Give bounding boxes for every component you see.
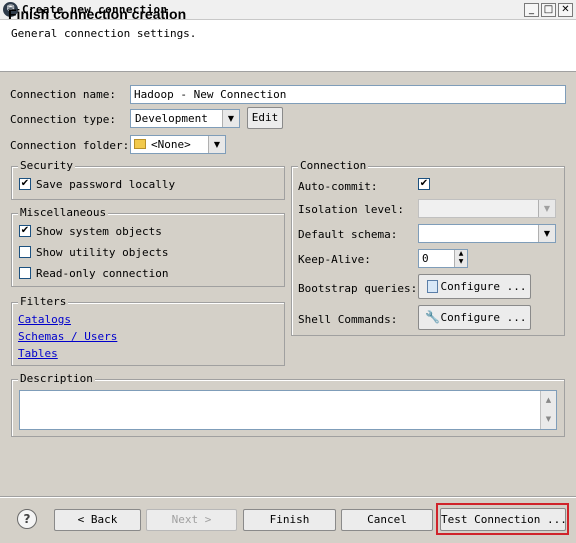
schemas-users-link[interactable]: Schemas / Users <box>18 330 117 343</box>
bootstrap-configure-label: Configure ... <box>440 280 527 293</box>
isolation-level-label: Isolation level: <box>298 203 404 216</box>
close-button[interactable]: ✕ <box>558 3 573 17</box>
catalogs-link[interactable]: Catalogs <box>18 313 71 326</box>
document-icon <box>427 280 438 293</box>
miscellaneous-group-title: Miscellaneous <box>18 206 109 219</box>
description-textarea[interactable] <box>19 390 557 430</box>
connection-group-title: Connection <box>298 159 369 172</box>
chevron-down-icon: ▼ <box>222 110 239 127</box>
connection-name-label: Connection name: <box>10 88 116 101</box>
keep-alive-label: Keep-Alive: <box>298 253 371 266</box>
maximize-button[interactable]: □ <box>541 3 556 17</box>
chevron-down-icon: ▼ <box>538 225 555 242</box>
shell-commands-label: Shell Commands: <box>298 313 398 326</box>
back-button[interactable]: < Back <box>54 509 141 531</box>
minimize-button[interactable]: _ <box>524 3 539 17</box>
isolation-level-select[interactable]: ▼ <box>418 199 556 218</box>
connection-type-value: Development <box>135 112 208 125</box>
shell-configure-label: Configure ... <box>440 311 527 324</box>
highlight-box <box>436 503 569 535</box>
page-subtitle: General connection settings. <box>11 27 197 40</box>
read-only-connection-checkbox[interactable] <box>19 267 31 279</box>
bootstrap-configure-button[interactable]: Configure ... <box>418 274 531 299</box>
save-password-label: Save password locally <box>36 178 176 191</box>
edit-button[interactable]: Edit <box>247 107 283 129</box>
default-schema-label: Default schema: <box>298 228 398 241</box>
default-schema-select[interactable]: ▼ <box>418 224 556 243</box>
keep-alive-spinner[interactable]: ▲ ▼ <box>454 250 467 267</box>
read-only-connection-label: Read-only connection <box>36 267 169 280</box>
chevron-down-icon: ▼ <box>538 200 555 217</box>
auto-commit-checkbox[interactable]: ✔ <box>418 178 430 190</box>
finish-button[interactable]: Finish <box>243 509 336 531</box>
tables-link[interactable]: Tables <box>18 347 58 360</box>
wrench-icon: 🔧 <box>425 310 440 324</box>
description-scrollbar[interactable]: ▲ ▼ <box>540 391 556 429</box>
shell-configure-button[interactable]: 🔧 Configure ... <box>418 305 531 330</box>
show-utility-objects-label: Show utility objects <box>36 246 169 259</box>
folder-icon <box>134 139 146 149</box>
show-system-objects-label: Show system objects <box>36 225 162 238</box>
security-group-title: Security <box>18 159 75 172</box>
page-title: Finish connection creation <box>8 6 187 22</box>
footer-separator <box>0 496 576 498</box>
connection-folder-value: <None> <box>151 138 191 151</box>
connection-name-input[interactable]: Hadoop - New Connection <box>130 85 566 104</box>
next-button[interactable]: Next > <box>146 509 237 531</box>
chevron-down-icon: ▼ <box>208 136 225 153</box>
bootstrap-queries-label: Bootstrap queries: <box>298 282 418 295</box>
connection-folder-label: Connection folder: <box>10 139 130 152</box>
connection-folder-select[interactable]: <None> ▼ <box>130 135 226 154</box>
save-password-checkbox[interactable]: ✔ <box>19 178 31 190</box>
filters-group-title: Filters <box>18 295 69 308</box>
show-utility-objects-checkbox[interactable] <box>19 246 31 258</box>
connection-type-select[interactable]: Development ▼ <box>130 109 240 128</box>
description-group-title: Description <box>18 372 95 385</box>
help-icon[interactable]: ? <box>17 509 37 529</box>
connection-type-label: Connection type: <box>10 113 116 126</box>
cancel-button[interactable]: Cancel <box>341 509 433 531</box>
show-system-objects-checkbox[interactable]: ✔ <box>19 225 31 237</box>
auto-commit-label: Auto-commit: <box>298 180 378 193</box>
